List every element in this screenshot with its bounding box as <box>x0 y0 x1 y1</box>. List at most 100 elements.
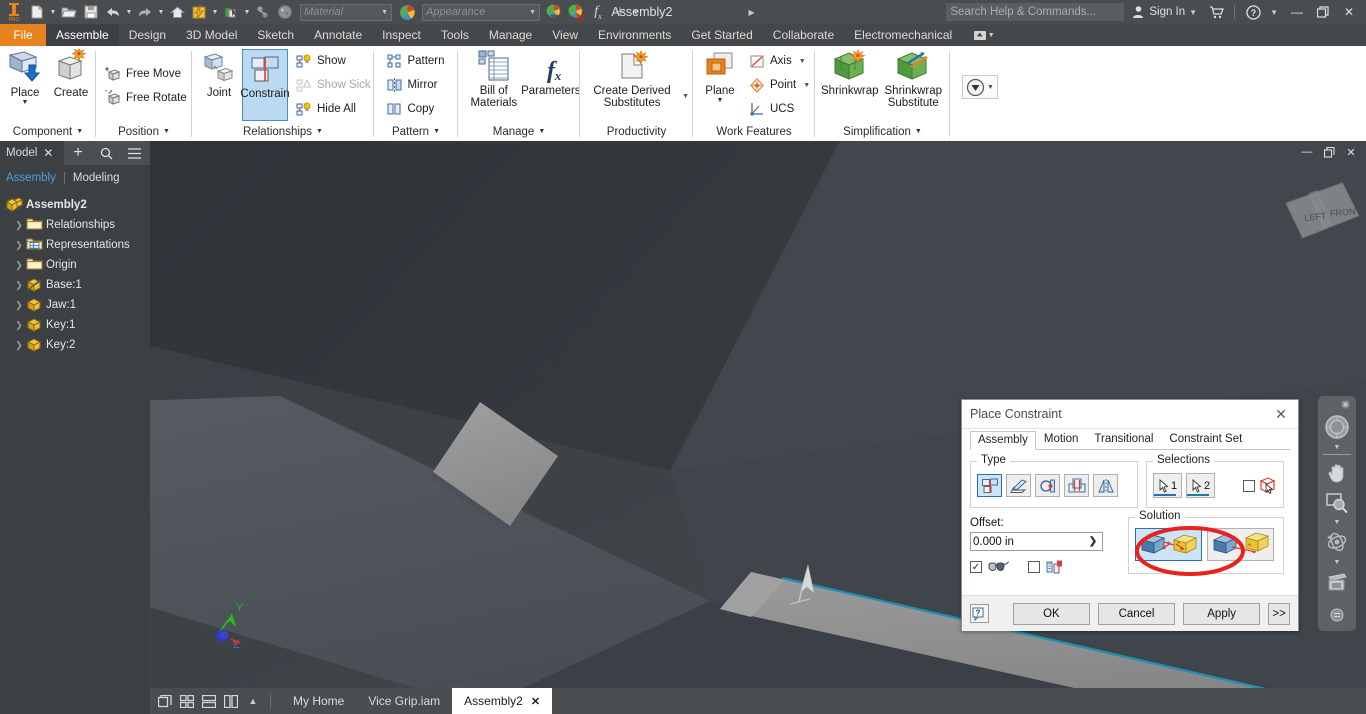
tab-environments[interactable]: Environments <box>588 24 681 46</box>
parameters-fx-icon[interactable]: fx <box>587 1 609 23</box>
tab-file[interactable]: File <box>0 24 46 46</box>
appearance-combo[interactable]: Appearance ▼ <box>422 3 540 21</box>
convert-icon[interactable] <box>966 78 985 97</box>
ucs-button[interactable]: UCS <box>745 97 814 121</box>
new-caret-icon[interactable]: ▼ <box>48 1 58 23</box>
tab-assemble[interactable]: Assemble <box>46 24 119 46</box>
pattern-button[interactable]: Pattern <box>383 49 448 73</box>
browser-subtab-assembly[interactable]: Assembly <box>6 172 64 184</box>
point-caret-icon[interactable]: ▼ <box>803 82 810 89</box>
create-derived-substitutes-button[interactable]: Create Derived Substitutes <box>584 49 680 109</box>
tab-3d-model[interactable]: 3D Model <box>176 24 247 46</box>
tab-motion[interactable]: Motion <box>1036 430 1087 449</box>
sign-in-button[interactable]: Sign In <box>1132 5 1185 19</box>
tile-horizontal-icon[interactable] <box>198 688 220 714</box>
ribbon-group-manage-title[interactable]: Manage ▼ <box>458 122 580 141</box>
adjust-appearance-icon[interactable] <box>543 1 565 23</box>
tab-constraint-set[interactable]: Constraint Set <box>1161 430 1250 449</box>
expand-icon[interactable]: ❯ <box>12 260 26 271</box>
window-close-button[interactable]: ✕ <box>1336 0 1362 24</box>
tab-tools[interactable]: Tools <box>431 24 479 46</box>
undo-caret-icon[interactable]: ▼ <box>124 1 134 23</box>
tab-get-started[interactable]: Get Started <box>681 24 762 46</box>
tree-item-origin[interactable]: ❯ Origin <box>4 255 150 275</box>
expand-icon[interactable]: ❯ <box>12 300 26 311</box>
insert-constraint-button[interactable] <box>1064 474 1089 497</box>
parameters-button[interactable]: f x Parameters <box>521 49 580 97</box>
expand-icon[interactable]: ❯ <box>12 320 26 331</box>
ribbon-display-options-button[interactable]: ▼ <box>970 24 998 46</box>
tab-assembly[interactable]: Assembly <box>970 431 1036 450</box>
expand-icon[interactable]: ❯ <box>12 240 26 251</box>
copy-button[interactable]: Copy <box>383 97 448 121</box>
tab-sketch[interactable]: Sketch <box>247 24 304 46</box>
tree-item-key-2[interactable]: ❯ Key:2 <box>4 335 150 355</box>
window-restore-button[interactable] <box>1310 0 1336 24</box>
undo-icon[interactable] <box>102 1 124 23</box>
browser-tab-model[interactable]: Model ✕ <box>0 141 59 165</box>
symmetry-constraint-button[interactable] <box>1093 474 1118 497</box>
help-button[interactable]: ? <box>970 604 989 623</box>
update-icon[interactable] <box>188 1 210 23</box>
new-icon[interactable] <box>26 1 48 23</box>
inventor-pro-logo[interactable]: PRO <box>2 1 26 23</box>
constrain-button[interactable]: Constrain <box>240 49 290 121</box>
close-icon[interactable]: ✕ <box>1272 406 1290 423</box>
apply-button[interactable]: Apply <box>1183 602 1261 625</box>
title-caret-icon[interactable]: ▶ <box>748 8 754 17</box>
ribbon-group-position-title[interactable]: Position ▼ <box>96 122 192 141</box>
expand-icon[interactable]: ❯ <box>12 220 26 231</box>
pick-part-first-icon[interactable] <box>1259 477 1277 494</box>
search-input[interactable]: Search Help & Commands... <box>946 3 1125 21</box>
viewcube[interactable]: LEFT FRONT <box>1280 176 1366 256</box>
measure-icon[interactable] <box>252 1 274 23</box>
tab-transitional[interactable]: Transitional <box>1086 430 1161 449</box>
offset-input[interactable]: 0.000 in ❯ <box>970 532 1103 551</box>
navbar-zoom-caret-icon[interactable]: ▼ <box>1322 518 1352 526</box>
material-combo[interactable]: Material ▼ <box>300 3 392 21</box>
tree-item-base-1[interactable]: ❯ Base:1 <box>4 275 150 295</box>
shrinkwrap-substitute-button[interactable]: Shrinkwrap Substitute <box>881 49 946 109</box>
material-sphere-icon[interactable] <box>274 1 296 23</box>
tree-item-key-1[interactable]: ❯ Key:1 <box>4 315 150 335</box>
redo-icon[interactable] <box>134 1 156 23</box>
sign-in-caret-icon[interactable]: ▼ <box>1189 8 1197 17</box>
selection-2-button[interactable]: 2 <box>1186 473 1215 498</box>
more-options-button[interactable]: >> <box>1268 602 1291 625</box>
bill-of-materials-button[interactable]: Bill of Materials <box>462 49 526 109</box>
convert-caret-icon[interactable]: ▼ <box>987 84 994 91</box>
ribbon-group-pattern-title[interactable]: Pattern ▼ <box>374 122 458 141</box>
shrinkwrap-button[interactable]: Shrinkwrap <box>819 49 881 97</box>
ribbon-group-simplification-title[interactable]: Simplification ▼ <box>815 122 950 141</box>
ok-button[interactable]: OK <box>1012 602 1090 625</box>
plane-caret-icon[interactable]: ▼ <box>717 97 724 104</box>
help-caret-icon[interactable]: ▼ <box>1270 8 1278 17</box>
work-axis-button[interactable]: Axis ▼ <box>745 49 814 73</box>
close-icon[interactable]: ✕ <box>43 146 53 160</box>
tree-item-jaw-1[interactable]: ❯ Jaw:1 <box>4 295 150 315</box>
browser-subtab-modeling[interactable]: Modeling <box>63 172 128 184</box>
tab-annotate[interactable]: Annotate <box>304 24 372 46</box>
navbar-close-icon[interactable] <box>1322 400 1352 411</box>
help-icon[interactable]: ? <box>1240 0 1266 24</box>
create-component-button[interactable]: Create <box>48 49 94 99</box>
home-icon[interactable] <box>166 1 188 23</box>
update-caret-icon[interactable]: ▼ <box>210 1 220 23</box>
place-constraint-dialog[interactable]: Place Constraint ✕ Assembly Motion Trans… <box>961 399 1299 631</box>
tangent-constraint-button[interactable] <box>1035 474 1060 497</box>
navbar-orbit-caret-icon[interactable]: ▼ <box>1322 558 1352 566</box>
tab-collaborate[interactable]: Collaborate <box>763 24 844 46</box>
tab-design[interactable]: Design <box>119 24 176 46</box>
clear-appearance-icon[interactable] <box>565 1 587 23</box>
select-icon[interactable] <box>220 1 242 23</box>
expand-icon[interactable]: ❯ <box>12 340 26 351</box>
free-rotate-button[interactable]: Free Rotate <box>100 86 191 110</box>
redo-caret-icon[interactable]: ▼ <box>156 1 166 23</box>
mate-constraint-button[interactable] <box>977 474 1002 497</box>
doc-tab-vice-grip[interactable]: Vice Grip.iam <box>356 688 452 714</box>
solution-opposed-button[interactable]: * * <box>1135 528 1202 561</box>
angle-constraint-button[interactable] <box>1006 474 1031 497</box>
hide-all-button[interactable]: Hide All <box>292 97 375 121</box>
tab-electromechanical[interactable]: Electromechanical <box>844 24 962 46</box>
viewport-close-button[interactable]: ✕ <box>1340 141 1362 163</box>
